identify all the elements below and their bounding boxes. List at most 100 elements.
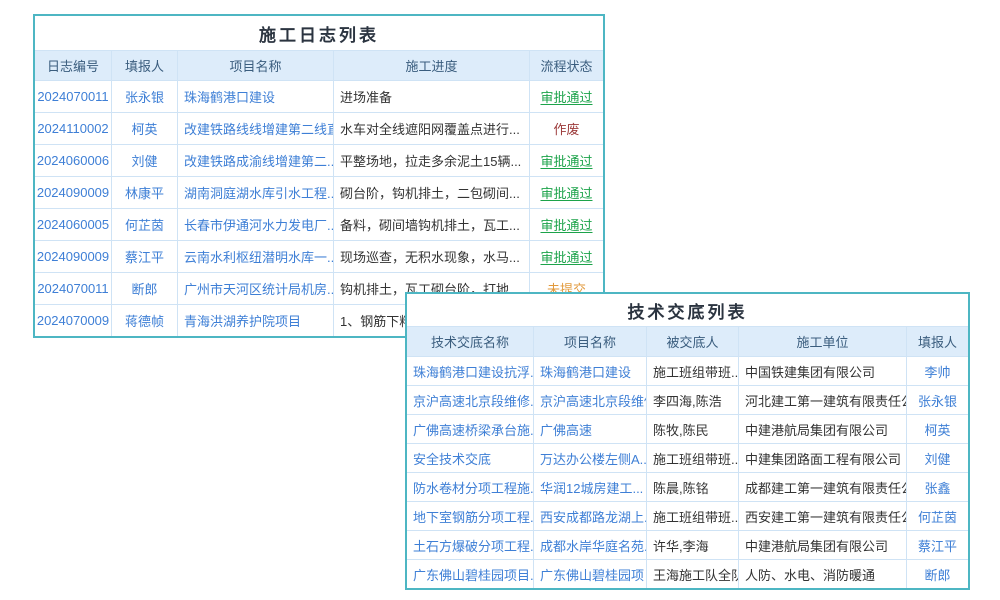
disclosure-project-link[interactable]: 万达办公楼左侧A... xyxy=(533,444,646,472)
disclosure-recipients-text: 许华,李海 xyxy=(646,531,738,559)
log-project-link[interactable]: 改建铁路线线增建第二线直... xyxy=(177,113,333,144)
disclosure-project-link[interactable]: 珠海鹤港口建设 xyxy=(533,357,646,385)
disclosure-project-link[interactable]: 京沪高速北京段维修 xyxy=(533,386,646,414)
log-status-link[interactable]: 作废 xyxy=(529,113,603,144)
disclosure-name-link[interactable]: 广佛高速桥梁承台施... xyxy=(407,415,533,443)
technical-disclosure-panel: 技术交底列表 技术交底名称 项目名称 被交底人 施工单位 填报人 珠海鹤港口建设… xyxy=(405,292,970,590)
table-row: 防水卷材分项工程施... 华润12城房建工... 陈晨,陈铭 成都建工第一建筑有… xyxy=(407,472,968,501)
log-reporter-link[interactable]: 蔡江平 xyxy=(111,241,177,272)
log-project-link[interactable]: 改建铁路成渝线增建第二... xyxy=(177,145,333,176)
table-row: 2024060006 刘健 改建铁路成渝线增建第二... 平整场地，拉走多余泥土… xyxy=(35,144,603,176)
log-project-link[interactable]: 珠海鹤港口建设 xyxy=(177,81,333,112)
log-project-link[interactable]: 湖南洞庭湖水库引水工程... xyxy=(177,177,333,208)
disclosure-project-link[interactable]: 华润12城房建工... xyxy=(533,473,646,501)
disclosure-unit-text: 成都建工第一建筑有限责任公司 xyxy=(738,473,906,501)
construction-log-panel: 施工日志列表 日志编号 填报人 项目名称 施工进度 流程状态 202407001… xyxy=(33,14,605,338)
log-progress-text: 进场准备 xyxy=(333,81,529,112)
log-id-link[interactable]: 2024060006 xyxy=(35,145,111,176)
disclosure-recipients-text: 陈牧,陈民 xyxy=(646,415,738,443)
table-row: 2024110002 柯英 改建铁路线线增建第二线直... 水车对全线遮阳网覆盖… xyxy=(35,112,603,144)
log-project-link[interactable]: 长春市伊通河水力发电厂... xyxy=(177,209,333,240)
column-header-status: 流程状态 xyxy=(529,51,603,80)
log-id-link[interactable]: 2024060005 xyxy=(35,209,111,240)
column-header-reporter: 填报人 xyxy=(111,51,177,80)
disclosure-name-link[interactable]: 京沪高速北京段维修... xyxy=(407,386,533,414)
disclosure-unit-text: 河北建工第一建筑有限责任公司 xyxy=(738,386,906,414)
column-header-log-id: 日志编号 xyxy=(35,51,111,80)
disclosure-project-link[interactable]: 广佛高速 xyxy=(533,415,646,443)
log-status-link[interactable]: 审批通过 xyxy=(529,209,603,240)
log-reporter-link[interactable]: 断郎 xyxy=(111,273,177,304)
disclosure-name-link[interactable]: 防水卷材分项工程施... xyxy=(407,473,533,501)
construction-log-header-row: 日志编号 填报人 项目名称 施工进度 流程状态 xyxy=(35,50,603,80)
table-row: 安全技术交底 万达办公楼左侧A... 施工班组带班... 中建集团路面工程有限公… xyxy=(407,443,968,472)
table-row: 2024090009 林康平 湖南洞庭湖水库引水工程... 砌台阶，钩机排土，二… xyxy=(35,176,603,208)
disclosure-unit-text: 中国铁建集团有限公司 xyxy=(738,357,906,385)
log-progress-text: 砌台阶，钩机排土，二包砌间... xyxy=(333,177,529,208)
disclosure-recipients-text: 施工班组带班... xyxy=(646,444,738,472)
table-row: 2024060005 何芷茵 长春市伊通河水力发电厂... 备料，砌间墙钩机排土… xyxy=(35,208,603,240)
table-row: 广佛高速桥梁承台施... 广佛高速 陈牧,陈民 中建港航局集团有限公司 柯英 xyxy=(407,414,968,443)
log-id-link[interactable]: 2024090009 xyxy=(35,177,111,208)
disclosure-project-link[interactable]: 广东佛山碧桂园项目 xyxy=(533,560,646,588)
log-reporter-link[interactable]: 刘健 xyxy=(111,145,177,176)
table-row: 地下室钢筋分项工程... 西安成都路龙湖上... 施工班组带班... 西安建工第… xyxy=(407,501,968,530)
log-project-link[interactable]: 云南水利枢纽潜明水库一... xyxy=(177,241,333,272)
column-header-project-name: 项目名称 xyxy=(533,327,646,356)
disclosure-reporter-link[interactable]: 断郎 xyxy=(906,560,968,588)
log-status-link[interactable]: 审批通过 xyxy=(529,241,603,272)
disclosure-reporter-link[interactable]: 刘健 xyxy=(906,444,968,472)
log-reporter-link[interactable]: 柯英 xyxy=(111,113,177,144)
disclosure-recipients-text: 李四海,陈浩 xyxy=(646,386,738,414)
column-header-reporter: 填报人 xyxy=(906,327,968,356)
table-row: 2024090009 蔡江平 云南水利枢纽潜明水库一... 现场巡查，无积水现象… xyxy=(35,240,603,272)
column-header-project-name: 项目名称 xyxy=(177,51,333,80)
disclosure-unit-text: 西安建工第一建筑有限责任公司 xyxy=(738,502,906,530)
disclosure-reporter-link[interactable]: 李帅 xyxy=(906,357,968,385)
disclosure-name-link[interactable]: 广东佛山碧桂园项目... xyxy=(407,560,533,588)
table-row: 京沪高速北京段维修... 京沪高速北京段维修 李四海,陈浩 河北建工第一建筑有限… xyxy=(407,385,968,414)
table-row: 广东佛山碧桂园项目... 广东佛山碧桂园项目 王海施工队全队 人防、水电、消防暖… xyxy=(407,559,968,588)
disclosure-reporter-link[interactable]: 张鑫 xyxy=(906,473,968,501)
disclosure-unit-text: 中建港航局集团有限公司 xyxy=(738,531,906,559)
log-progress-text: 平整场地，拉走多余泥土15辆... xyxy=(333,145,529,176)
disclosure-reporter-link[interactable]: 柯英 xyxy=(906,415,968,443)
log-progress-text: 现场巡查，无积水现象，水马... xyxy=(333,241,529,272)
disclosure-unit-text: 中建集团路面工程有限公司 xyxy=(738,444,906,472)
column-header-disclosure-name: 技术交底名称 xyxy=(407,327,533,356)
log-status-link[interactable]: 审批通过 xyxy=(529,177,603,208)
disclosure-project-link[interactable]: 成都水岸华庭名苑... xyxy=(533,531,646,559)
log-id-link[interactable]: 2024090009 xyxy=(35,241,111,272)
disclosure-project-link[interactable]: 西安成都路龙湖上... xyxy=(533,502,646,530)
technical-disclosure-title: 技术交底列表 xyxy=(407,294,968,326)
disclosure-reporter-link[interactable]: 蔡江平 xyxy=(906,531,968,559)
disclosure-reporter-link[interactable]: 何芷茵 xyxy=(906,502,968,530)
disclosure-name-link[interactable]: 安全技术交底 xyxy=(407,444,533,472)
log-reporter-link[interactable]: 何芷茵 xyxy=(111,209,177,240)
disclosure-name-link[interactable]: 地下室钢筋分项工程... xyxy=(407,502,533,530)
disclosure-recipients-text: 陈晨,陈铭 xyxy=(646,473,738,501)
log-id-link[interactable]: 2024070009 xyxy=(35,305,111,336)
log-project-link[interactable]: 广州市天河区统计局机房... xyxy=(177,273,333,304)
log-reporter-link[interactable]: 张永银 xyxy=(111,81,177,112)
disclosure-name-link[interactable]: 土石方爆破分项工程... xyxy=(407,531,533,559)
log-status-link[interactable]: 审批通过 xyxy=(529,145,603,176)
log-id-link[interactable]: 2024070011 xyxy=(35,81,111,112)
log-progress-text: 水车对全线遮阳网覆盖点进行... xyxy=(333,113,529,144)
table-row: 土石方爆破分项工程... 成都水岸华庭名苑... 许华,李海 中建港航局集团有限… xyxy=(407,530,968,559)
column-header-recipients: 被交底人 xyxy=(646,327,738,356)
disclosure-unit-text: 中建港航局集团有限公司 xyxy=(738,415,906,443)
technical-disclosure-header-row: 技术交底名称 项目名称 被交底人 施工单位 填报人 xyxy=(407,326,968,356)
log-reporter-link[interactable]: 林康平 xyxy=(111,177,177,208)
log-project-link[interactable]: 青海洪湖养护院项目 xyxy=(177,305,333,336)
log-reporter-link[interactable]: 蒋德帧 xyxy=(111,305,177,336)
log-id-link[interactable]: 2024070011 xyxy=(35,273,111,304)
log-id-link[interactable]: 2024110002 xyxy=(35,113,111,144)
disclosure-unit-text: 人防、水电、消防暖通 xyxy=(738,560,906,588)
disclosure-name-link[interactable]: 珠海鹤港口建设抗浮... xyxy=(407,357,533,385)
construction-log-title: 施工日志列表 xyxy=(35,16,603,50)
disclosure-recipients-text: 施工班组带班... xyxy=(646,357,738,385)
disclosure-reporter-link[interactable]: 张永银 xyxy=(906,386,968,414)
log-status-link[interactable]: 审批通过 xyxy=(529,81,603,112)
log-progress-text: 备料，砌间墙钩机排土，瓦工... xyxy=(333,209,529,240)
